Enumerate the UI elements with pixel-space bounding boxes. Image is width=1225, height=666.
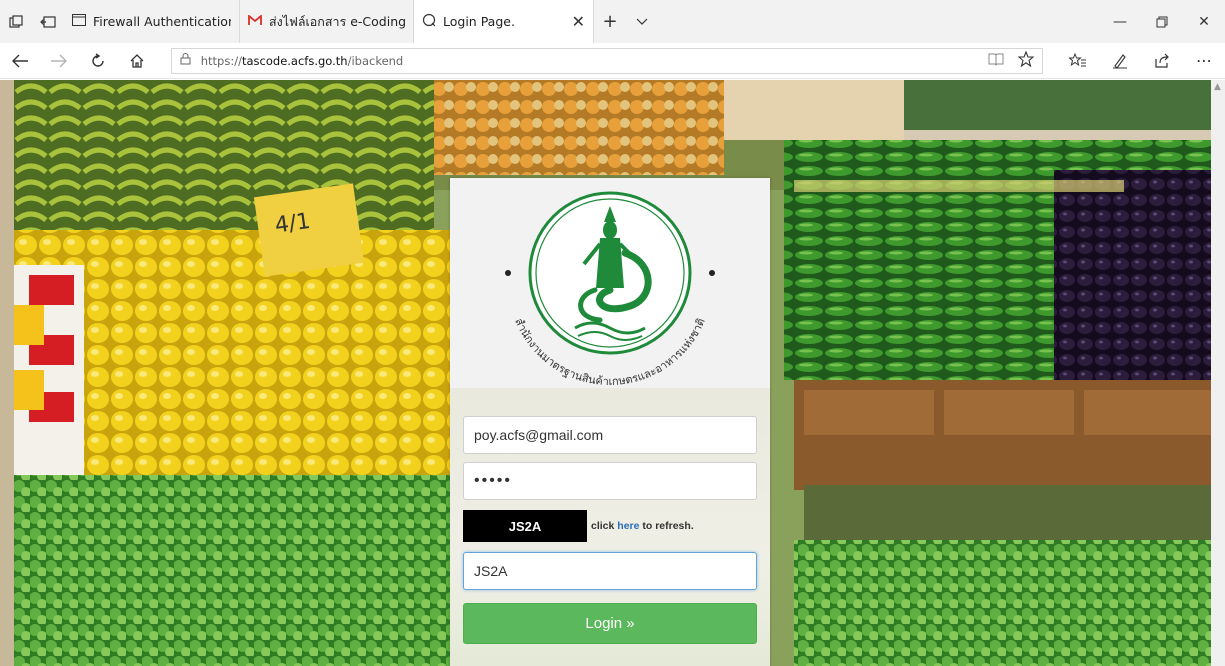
password-input[interactable]: [463, 462, 757, 500]
captcha-row: JS2A click here to refresh.: [463, 510, 757, 542]
svg-text:4/1: 4/1: [273, 209, 312, 239]
back-arrow-icon[interactable]: [0, 43, 39, 79]
refresh-icon[interactable]: [78, 43, 117, 79]
browser-nav-bar: https://tascode.acfs.go.th/ibackend ⋯: [0, 43, 1225, 79]
forward-arrow-icon[interactable]: [39, 43, 78, 79]
reading-view-icon[interactable]: [988, 52, 1004, 70]
scroll-up-icon[interactable]: ▲: [1214, 82, 1221, 92]
captcha-refresh-note: click here to refresh.: [591, 520, 694, 532]
captcha-image: JS2A: [463, 510, 587, 542]
captcha-note-after: to refresh.: [639, 520, 694, 532]
page-left-edge: [0, 80, 14, 666]
favorites-list-icon[interactable]: [1057, 51, 1099, 70]
share-icon[interactable]: [1141, 51, 1183, 70]
close-tab-icon[interactable]: ✕: [562, 12, 585, 31]
logo-area: สำนักงานมาตรฐานสินค้าเกษตรและอาหารแห่งชา…: [450, 178, 770, 388]
url-host: tascode.acfs.go.th: [241, 53, 348, 68]
acfs-seal-logo: สำนักงานมาตรฐานสินค้าเกษตรและอาหารแห่งชา…: [505, 191, 715, 388]
gmail-icon: [248, 13, 262, 30]
captcha-input[interactable]: [463, 552, 757, 590]
toolbar-right: ⋯: [1057, 51, 1225, 70]
vertical-scrollbar[interactable]: ▲: [1211, 80, 1225, 666]
captcha-note-before: click: [591, 520, 618, 532]
tab-gmail[interactable]: ส่งไฟล์เอกสาร e-Coding ของต่: [240, 0, 414, 43]
tab-actions-icon[interactable]: [0, 0, 32, 43]
tab-label: Firewall Authentication Keep: [93, 14, 231, 29]
loading-icon: [422, 13, 436, 31]
url-path: /ibackend: [347, 53, 404, 68]
chevron-down-icon[interactable]: [626, 0, 658, 43]
set-aside-tabs-icon[interactable]: [32, 0, 64, 43]
minimize-icon[interactable]: —: [1099, 0, 1141, 43]
favorite-star-icon[interactable]: [1017, 50, 1035, 71]
tab-label: ส่งไฟล์เอกสาร e-Coding ของต่: [269, 13, 405, 29]
url-scheme: https://: [200, 53, 242, 68]
login-button[interactable]: Login »: [463, 603, 757, 644]
page-viewport: 4/1 ▲ สำนักงานมาตรฐานสินค้าเกษตรและอาหาร…: [0, 80, 1225, 666]
captcha-refresh-link[interactable]: here: [617, 520, 639, 532]
email-input[interactable]: [463, 416, 757, 454]
tab-login-page[interactable]: Login Page. ✕: [414, 0, 594, 43]
home-icon[interactable]: [118, 43, 157, 79]
page-icon: [72, 13, 86, 30]
browser-tab-bar: Firewall Authentication Keep ส่งไฟล์เอกส…: [0, 0, 1225, 43]
restore-icon[interactable]: [1141, 0, 1183, 43]
close-window-icon[interactable]: ✕: [1183, 0, 1225, 43]
pen-notes-icon[interactable]: [1099, 51, 1141, 70]
login-card: สำนักงานมาตรฐานสินค้าเกษตรและอาหารแห่งชา…: [450, 178, 770, 666]
more-options-icon[interactable]: ⋯: [1183, 51, 1225, 70]
address-bar[interactable]: https://tascode.acfs.go.th/ibackend: [170, 47, 1043, 74]
tab-label: Login Page.: [443, 14, 515, 29]
login-form: JS2A click here to refresh. Login »: [450, 388, 770, 666]
new-tab-icon[interactable]: +: [594, 0, 626, 43]
window-controls: — ✕: [1099, 0, 1225, 43]
lock-icon: [180, 52, 191, 69]
tab-firewall[interactable]: Firewall Authentication Keep: [64, 0, 240, 43]
